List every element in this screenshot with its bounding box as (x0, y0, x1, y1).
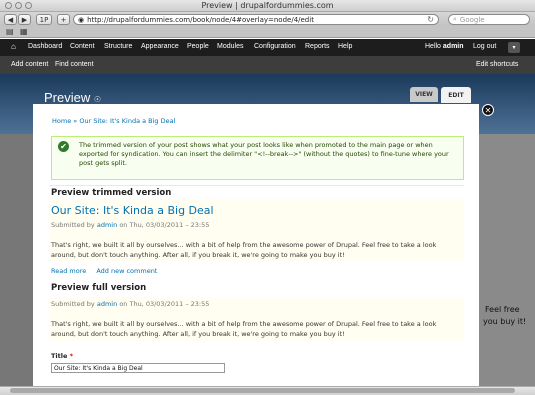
menu-appearance[interactable]: Appearance (141, 43, 179, 50)
back-button[interactable]: ◀ (4, 14, 17, 25)
home-icon[interactable]: ⌂ (11, 42, 16, 51)
top-sites-icon[interactable]: ▦ (20, 27, 28, 36)
hello-label: Hello (425, 43, 441, 50)
menu-dashboard[interactable]: Dashboard (28, 43, 62, 50)
breadcrumb-separator: » (73, 117, 78, 125)
add-content-link[interactable]: Add content (11, 61, 48, 68)
reader-button[interactable]: 1P (36, 14, 52, 25)
search-input[interactable]: ⌕ Google (448, 14, 530, 25)
background-text: Feel free (485, 305, 520, 314)
search-placeholder: Google (459, 15, 485, 24)
forward-button[interactable]: ▶ (18, 14, 31, 25)
find-content-link[interactable]: Find content (55, 61, 94, 68)
submitted-label: Submitted by (51, 221, 95, 229)
trimmed-heading: Preview trimmed version (51, 188, 172, 198)
breadcrumb-node[interactable]: Our Site: It's Kinda a Big Deal (79, 117, 175, 125)
show-all-bookmarks-icon[interactable]: ▤ (6, 27, 14, 36)
add-comment-link[interactable]: Add new comment (96, 267, 157, 275)
search-icon: ⌕ (453, 15, 457, 23)
shortcut-bar: Add content Find content Edit shortcuts (0, 56, 535, 74)
logout-link[interactable]: Log out (473, 43, 496, 50)
scrollbar-thumb[interactable] (10, 388, 515, 393)
node-links: Read more Add new comment (51, 267, 157, 275)
close-icon: ✕ (484, 105, 492, 115)
url-text: http://drupalfordummies.com/book/node/4#… (87, 15, 314, 24)
post-date: on Thu, 03/03/2011 – 23:55 (119, 221, 210, 229)
address-bar[interactable]: ◉ http://drupalfordummies.com/book/node/… (73, 14, 439, 25)
title-label: Title * (51, 352, 73, 360)
add-bookmark-button[interactable]: + (57, 14, 70, 25)
overlay-title: Preview ☉ (44, 90, 101, 105)
menu-help[interactable]: Help (338, 43, 352, 50)
browser-title-bar: Preview | drupalfordummies.com (0, 0, 535, 12)
plus-icon: + (60, 15, 67, 24)
status-message: The trimmed version of your post shows w… (51, 136, 464, 180)
chevron-down-icon: ▾ (512, 45, 516, 51)
submitted-line: Submitted by admin on Thu, 03/03/2011 – … (51, 300, 209, 308)
menu-structure[interactable]: Structure (104, 43, 132, 50)
background-text: you buy it! (483, 317, 527, 326)
post-date: on Thu, 03/03/2011 – 23:55 (119, 300, 210, 308)
bookmarks-bar: ▤ ▦ (0, 26, 535, 38)
author-link[interactable]: admin (97, 300, 117, 308)
divider (49, 185, 464, 186)
back-arrow-icon: ◀ (7, 15, 14, 24)
title-field[interactable]: Our Site: It's Kinda a Big Deal (51, 363, 225, 373)
browser-toolbar: ◀ ▶ 1P + ◉ http://drupalfordummies.com/b… (0, 12, 535, 26)
trimmed-post-title[interactable]: Our Site: It's Kinda a Big Deal (51, 204, 214, 217)
globe-icon: ◉ (78, 15, 85, 24)
forward-arrow-icon: ▶ (21, 15, 28, 24)
tab-view[interactable]: VIEW (410, 87, 438, 102)
submitted-line: Submitted by admin on Thu, 03/03/2011 – … (51, 221, 209, 229)
shortcut-star-icon[interactable]: ☉ (94, 95, 101, 104)
submitted-label: Submitted by (51, 300, 95, 308)
menu-content[interactable]: Content (70, 43, 95, 50)
window-title: Preview | drupalfordummies.com (201, 1, 334, 10)
check-icon: ✔ (58, 141, 69, 152)
greeting-text: Hello admin (425, 43, 464, 50)
shortcuts-toggle-button[interactable]: ▾ (508, 42, 520, 53)
required-marker: * (69, 352, 74, 360)
menu-configuration[interactable]: Configuration (254, 43, 296, 50)
user-link[interactable]: admin (443, 43, 464, 50)
admin-toolbar: ⌂ Dashboard Content Structure Appearance… (0, 39, 535, 56)
menu-modules[interactable]: Modules (217, 43, 243, 50)
reader-icon: 1P (39, 15, 49, 24)
breadcrumb: Home » Our Site: It's Kinda a Big Deal (52, 117, 175, 125)
reload-icon[interactable]: ↻ (427, 15, 434, 24)
edit-shortcuts-link[interactable]: Edit shortcuts (476, 61, 518, 68)
menu-reports[interactable]: Reports (305, 43, 330, 50)
page-title: Preview (44, 90, 91, 105)
close-overlay-button[interactable]: ✕ (482, 104, 494, 116)
read-more-link[interactable]: Read more (51, 267, 86, 275)
full-heading: Preview full version (51, 283, 147, 293)
menu-people[interactable]: People (187, 43, 209, 50)
author-link[interactable]: admin (97, 221, 117, 229)
full-body: That's right, we built it all by ourselv… (51, 320, 437, 338)
trimmed-body: That's right, we built it all by ourselv… (51, 241, 437, 259)
breadcrumb-home[interactable]: Home (52, 117, 71, 125)
title-label-text: Title (51, 352, 68, 360)
tab-edit[interactable]: EDIT (441, 87, 471, 103)
